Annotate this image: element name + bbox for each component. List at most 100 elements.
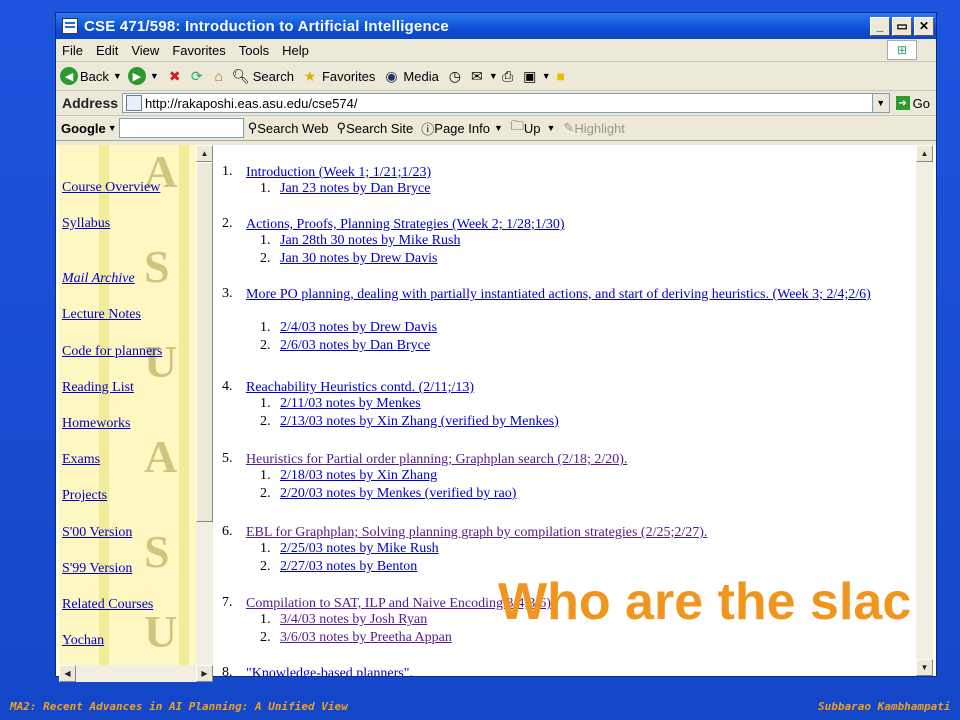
nav-frame-horizontal-scrollbar[interactable]: ◀ ▶	[59, 665, 213, 682]
footer-author: Subbarao Kambhampati	[818, 700, 951, 713]
scroll-right-button[interactable]: ▶	[196, 665, 213, 682]
nav-link-code-for-planners[interactable]: Code for planners	[62, 344, 162, 381]
chevron-down-icon[interactable]: ▼	[542, 71, 551, 81]
scroll-down-button[interactable]: ▼	[916, 659, 933, 676]
scroll-up-button[interactable]: ▲	[196, 145, 213, 162]
menu-file[interactable]: File	[62, 43, 83, 58]
lecture-title-link[interactable]: Introduction (Week 1; 1/21;1/23)	[246, 164, 906, 181]
nav-link-reading-list[interactable]: Reading List	[62, 380, 162, 417]
nav-link-yochan[interactable]: Yochan	[62, 634, 162, 665]
search-web-label: Search Web	[257, 120, 329, 136]
lecture-number: 2.	[222, 216, 233, 231]
scroll-left-button[interactable]: ◀	[59, 665, 76, 682]
page-info-label: Page Info	[434, 120, 490, 136]
go-button[interactable]: ➜ Go	[895, 96, 930, 111]
note-number: 2.	[260, 559, 271, 574]
edit-icon[interactable]: ▣	[520, 66, 540, 86]
binoculars-icon: ⚲	[247, 120, 258, 135]
page-info-button[interactable]: ⓘ Page Info ▼	[421, 119, 503, 138]
address-url: http://rakaposhi.eas.asu.edu/cse574/	[145, 95, 358, 111]
close-button[interactable]: ✕	[914, 16, 934, 36]
nav-link-s00-version[interactable]: S'00 Version	[62, 525, 162, 562]
address-input[interactable]: http://rakaposhi.eas.asu.edu/cse574/	[122, 93, 873, 113]
highlight-button[interactable]: ✎ Highlight	[563, 120, 625, 136]
menu-favorites[interactable]: Favorites	[172, 43, 225, 58]
note-number: 2.	[260, 338, 271, 353]
chevron-down-icon[interactable]: ▼	[547, 123, 556, 133]
refresh-icon[interactable]: ⟳	[187, 66, 207, 86]
chevron-down-icon[interactable]: ▼	[150, 71, 159, 81]
note-link[interactable]: 3/6/03 notes by Preetha Appan	[280, 630, 452, 645]
note-link[interactable]: 3/4/03 notes by Josh Ryan	[280, 612, 427, 627]
media-label: Media	[403, 68, 439, 84]
menu-tools[interactable]: Tools	[239, 43, 269, 58]
stop-icon[interactable]: ✖	[165, 66, 185, 86]
note-number: 1.	[260, 541, 271, 556]
note-link[interactable]: Jan 23 notes by Dan Bryce	[280, 181, 430, 196]
lecture-number: 5.	[222, 451, 233, 466]
address-dropdown-button[interactable]: ▼	[872, 93, 890, 113]
nav-link-exams[interactable]: Exams	[62, 453, 162, 489]
note-item: 1. 2/18/03 notes by Xin Zhang	[260, 468, 437, 484]
scroll-thumb[interactable]	[196, 162, 213, 522]
nav-link-projects[interactable]: Projects	[62, 489, 162, 525]
chevron-down-icon[interactable]: ▼	[108, 123, 117, 133]
nav-link-mail-archive[interactable]: Mail Archive	[62, 272, 162, 308]
note-link[interactable]: Jan 30 notes by Drew Davis	[280, 251, 437, 266]
menu-edit[interactable]: Edit	[96, 43, 118, 58]
mail-icon[interactable]: ✉	[467, 66, 487, 86]
lecture-number: 8.	[222, 665, 233, 676]
note-link[interactable]: 2/18/03 notes by Xin Zhang	[280, 468, 437, 483]
up-button[interactable]: 🗀︎ Up ▼	[511, 117, 556, 139]
lecture-title-link[interactable]: Actions, Proofs, Planning Strategies (We…	[246, 216, 906, 233]
note-item: 2. 3/6/03 notes by Preetha Appan	[260, 630, 452, 646]
search-button[interactable]: 🔍︎ Search	[231, 66, 294, 86]
restore-button[interactable]: ▭	[892, 16, 912, 36]
minimize-button[interactable]: _	[870, 16, 890, 36]
nav-link-homeworks[interactable]: Homeworks	[62, 416, 162, 453]
chevron-down-icon[interactable]: ▼	[489, 71, 498, 81]
favorites-button[interactable]: ★ Favorites	[300, 66, 376, 86]
note-link[interactable]: 2/6/03 notes by Dan Bryce	[280, 338, 430, 353]
google-logo[interactable]: Google	[56, 121, 106, 136]
note-link[interactable]: 2/11/03 notes by Menkes	[280, 396, 421, 411]
media-button[interactable]: ◉ Media	[381, 66, 439, 86]
google-search-input[interactable]	[118, 118, 244, 138]
nav-frame-scrollbar[interactable]: ▲	[196, 145, 213, 665]
note-link[interactable]: 2/20/03 notes by Menkes (verified by rao…	[280, 486, 516, 501]
chevron-down-icon[interactable]: ▼	[494, 123, 503, 133]
highlighter-icon: ✎	[563, 120, 575, 135]
forward-button[interactable]: ▶ ▼	[127, 67, 159, 85]
lecture-title-link[interactable]: "Knowledge-based planners".	[246, 665, 906, 676]
home-icon[interactable]: ⌂	[209, 66, 229, 86]
note-link[interactable]: 2/4/03 notes by Drew Davis	[280, 320, 437, 335]
menu-view[interactable]: View	[131, 43, 159, 58]
search-site-button[interactable]: ⚲ Search Site	[337, 120, 414, 136]
search-web-button[interactable]: ⚲ Search Web	[248, 120, 329, 136]
note-link[interactable]: 2/25/03 notes by Mike Rush	[280, 541, 439, 556]
note-link[interactable]: Jan 28th 30 notes by Mike Rush	[280, 233, 460, 248]
history-icon[interactable]: ◷	[445, 66, 465, 86]
back-button[interactable]: ◀ Back ▼	[60, 67, 122, 85]
note-item: 2. 2/6/03 notes by Dan Bryce	[260, 338, 430, 354]
scroll-up-button[interactable]: ▲	[916, 145, 933, 162]
favorites-label: Favorites	[321, 68, 376, 84]
nav-link-syllabus[interactable]: Syllabus	[62, 217, 162, 272]
nav-link-course-overview[interactable]: Course Overview	[62, 180, 162, 217]
note-number: 1.	[260, 233, 271, 248]
menu-help[interactable]: Help	[282, 43, 309, 58]
lecture-title-link[interactable]: Heuristics for Partial order planning; G…	[246, 451, 906, 468]
lecture-title-link[interactable]: Reachability Heuristics contd. (2/11;/13…	[246, 379, 906, 396]
nav-link-related-courses[interactable]: Related Courses	[62, 597, 162, 634]
title-bar[interactable]: CSE 471/598: Introduction to Artificial …	[56, 13, 936, 39]
ie-page-icon	[62, 18, 78, 34]
lecture-title-link[interactable]: EBL for Graphplan; Solving planning grap…	[246, 524, 906, 541]
nav-link-s99-version[interactable]: S'99 Version	[62, 561, 162, 598]
messenger-icon[interactable]: ■	[551, 66, 571, 86]
print-icon[interactable]: ⎙	[498, 66, 518, 86]
note-link[interactable]: 2/13/03 notes by Xin Zhang (verified by …	[280, 414, 559, 429]
lecture-title-link[interactable]: More PO planning, dealing with partially…	[246, 286, 906, 303]
note-link[interactable]: 2/27/03 notes by Benton	[280, 559, 417, 574]
nav-link-lecture-notes[interactable]: Lecture Notes	[62, 308, 162, 344]
chevron-down-icon[interactable]: ▼	[113, 71, 122, 81]
